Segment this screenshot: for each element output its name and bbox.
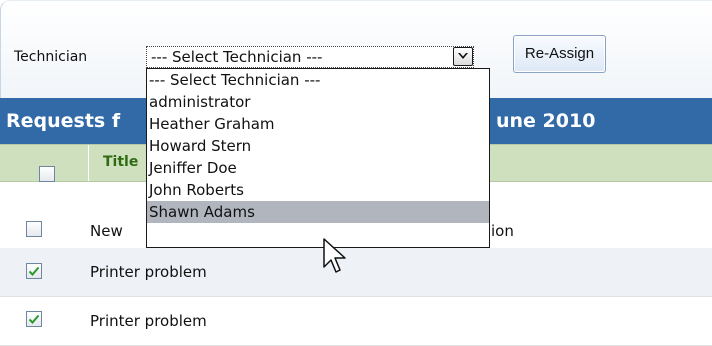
row-title-left[interactable]: New [90,222,123,240]
chevron-down-icon[interactable] [453,47,473,66]
row-checkbox-checked[interactable] [26,263,42,279]
select-all-checkbox[interactable] [39,166,55,182]
technician-dropdown-list[interactable]: --- Select Technician --- administrator … [146,68,490,248]
requests-title-right: une 2010 [496,110,596,132]
dropdown-option[interactable]: John Roberts [147,179,489,201]
dropdown-option[interactable]: --- Select Technician --- [147,69,489,91]
row-title[interactable]: Printer problem [90,312,207,330]
table-row[interactable]: Printer problem [0,248,712,297]
reassign-button[interactable]: Re-Assign [513,35,606,73]
technician-select-value: --- Select Technician --- [151,48,323,66]
mouse-cursor-icon [323,238,346,273]
technician-label: Technician [14,49,88,65]
row-checkbox[interactable] [26,221,42,237]
row-checkbox-checked[interactable] [26,311,42,327]
dropdown-option[interactable]: Heather Graham [147,113,489,135]
table-row[interactable]: Printer problem [0,297,712,346]
dropdown-option[interactable]: administrator [147,91,489,113]
requests-title-left: Requests f [6,110,121,132]
column-title-header[interactable]: Title [103,154,138,170]
row-title-right[interactable]: ion [491,222,514,240]
dropdown-option[interactable]: Howard Stern [147,135,489,157]
dropdown-option[interactable]: Jeniffer Doe [147,157,489,179]
checkmark-icon [28,266,40,276]
technician-select[interactable]: --- Select Technician --- [146,46,474,68]
checkmark-icon [28,314,40,324]
row-title[interactable]: Printer problem [90,263,207,281]
dropdown-option-highlighted[interactable]: Shawn Adams [147,201,489,223]
